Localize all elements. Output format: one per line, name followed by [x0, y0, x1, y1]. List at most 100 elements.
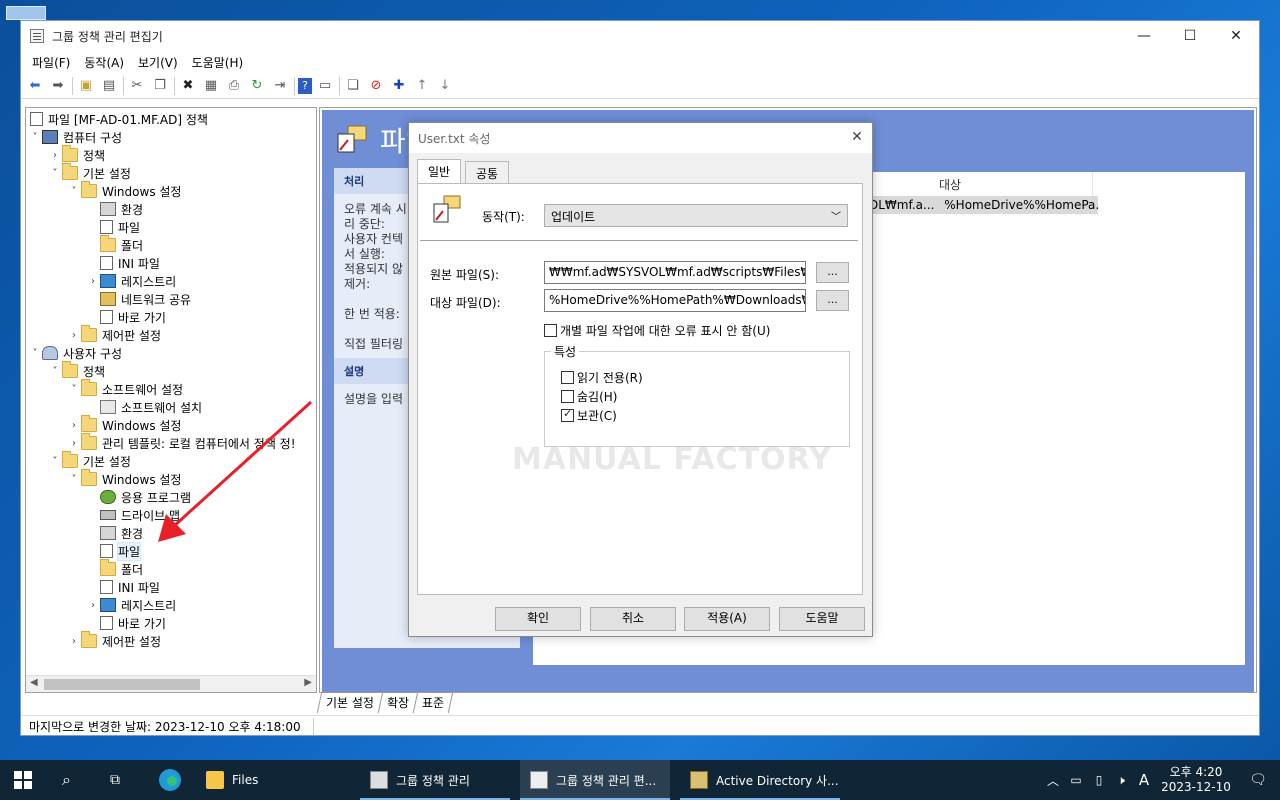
table-row[interactable]: DL₩mf.a... %HomeDrive%%HomePa...: [863, 196, 1098, 214]
copy-icon[interactable]: ❐: [150, 76, 170, 96]
ok-button[interactable]: 확인: [495, 607, 581, 631]
tree-c-registry[interactable]: › 레지스트리: [86, 272, 176, 290]
minimize-button[interactable]: —: [1121, 21, 1167, 51]
stop-icon[interactable]: ⊘: [366, 76, 386, 96]
add-icon[interactable]: ✚: [389, 76, 409, 96]
print-icon[interactable]: ⎙: [224, 76, 244, 96]
tree-c-files[interactable]: 파일: [100, 218, 140, 236]
tree-u-software-install[interactable]: 소프트웨어 설치: [100, 398, 202, 416]
taskbar-app-gpm[interactable]: 그룹 정책 관리: [360, 760, 510, 800]
new-item-icon[interactable]: ❏: [343, 76, 363, 96]
expand-chevron-icon[interactable]: ›: [48, 150, 62, 161]
tree-u-files[interactable]: 파일: [100, 541, 142, 561]
taskbar-app-gpme[interactable]: 그룹 정책 관리 편...: [520, 760, 670, 800]
tree-u-drivemaps[interactable]: 드라이브 맵: [100, 506, 180, 524]
tree-c-env[interactable]: 환경: [100, 200, 143, 218]
tree-u-policy[interactable]: ˅ 정책: [48, 361, 105, 380]
tab-extended[interactable]: 확장: [377, 692, 419, 713]
target-browse-button[interactable]: ...: [816, 290, 849, 311]
collapse-chevron-icon[interactable]: ˅: [28, 132, 42, 143]
tree-c-netshare[interactable]: 네트워크 공유: [100, 290, 191, 308]
action-dropdown[interactable]: 업데이트 ﹀: [544, 204, 848, 227]
taskbar-app-files[interactable]: Files: [196, 760, 336, 800]
edge-icon[interactable]: [158, 760, 184, 800]
dialog-close-icon[interactable]: ✕: [848, 128, 866, 146]
start-icon[interactable]: [14, 760, 34, 800]
collapse-chevron-icon[interactable]: ˅: [48, 168, 62, 179]
readonly-checkbox[interactable]: 읽기 전용(R): [561, 369, 643, 386]
tab-standard[interactable]: 표준: [412, 692, 454, 713]
move-down-icon[interactable]: ↓: [435, 76, 455, 96]
taskbar-app-ad[interactable]: Active Directory 사...: [680, 760, 840, 800]
collapse-chevron-icon[interactable]: ˅: [67, 384, 81, 395]
tree-u-prefs[interactable]: ˅ 기본 설정: [48, 451, 131, 470]
collapse-chevron-icon[interactable]: ˅: [48, 366, 62, 377]
tab-general[interactable]: 일반: [417, 159, 462, 184]
show-hidden-icons-icon[interactable]: ︿: [1042, 772, 1064, 789]
close-button[interactable]: ✕: [1213, 21, 1259, 51]
checkbox-box-checked[interactable]: [561, 407, 574, 422]
tab-common[interactable]: 공통: [465, 161, 510, 183]
hidden-checkbox[interactable]: 숨김(H): [561, 388, 617, 405]
tree-c-shortcut[interactable]: 바로 가기: [100, 308, 166, 326]
move-up-icon[interactable]: ↑: [412, 76, 432, 96]
network-icon[interactable]: ▯: [1088, 773, 1110, 787]
tree-computer-config[interactable]: ˅ 컴퓨터 구성: [28, 128, 122, 146]
tree-c-prefs[interactable]: ˅ 기본 설정: [48, 163, 131, 182]
suppress-errors-checkbox[interactable]: 개별 파일 작업에 대한 오류 표시 안 함(U): [544, 322, 770, 339]
checkbox-box[interactable]: [561, 371, 574, 384]
search-icon[interactable]: ⌕: [62, 760, 82, 800]
tree-u-winsettings[interactable]: › Windows 설정: [67, 415, 181, 434]
delete-icon[interactable]: ✖: [178, 76, 198, 96]
tree-root[interactable]: 파일 [MF-AD-01.MF.AD] 정책: [30, 110, 208, 128]
column-target[interactable]: 대상: [933, 172, 1093, 196]
tree-u-software[interactable]: ˅ 소프트웨어 설정: [67, 379, 183, 398]
tree-user-config[interactable]: ˅ 사용자 구성: [28, 344, 122, 362]
properties-icon[interactable]: ▦: [201, 76, 221, 96]
tree-u-pref-winsettings[interactable]: ˅ Windows 설정: [67, 469, 181, 488]
forward-icon[interactable]: ➡: [48, 76, 68, 96]
scroll-thumb[interactable]: [44, 679, 200, 690]
dialog-title-bar[interactable]: User.txt 속성 ✕: [409, 123, 872, 153]
menu-view[interactable]: 보기(V): [131, 54, 185, 71]
menu-file[interactable]: 파일(F): [25, 54, 77, 71]
apply-button[interactable]: 적용(A): [684, 607, 770, 631]
desktop-icon[interactable]: [6, 6, 46, 20]
target-file-input[interactable]: %HomeDrive%%HomePath%₩Downloads₩Tem: [544, 289, 806, 312]
show-tree-icon[interactable]: ▤: [99, 76, 119, 96]
tree-hscrollbar[interactable]: ◀ ▶: [26, 675, 316, 692]
tree-c-policy[interactable]: › 정책: [48, 145, 105, 164]
volume-icon[interactable]: 🕨: [1110, 773, 1132, 788]
help-button[interactable]: 도움말: [779, 607, 865, 631]
title-bar[interactable]: 그룹 정책 관리 편집기 — ☐ ✕: [21, 21, 1259, 51]
ime-indicator[interactable]: A: [1132, 771, 1156, 789]
expand-chevron-icon[interactable]: ›: [67, 420, 81, 431]
expand-chevron-icon[interactable]: ›: [67, 636, 81, 647]
collapse-chevron-icon[interactable]: ˅: [48, 456, 62, 467]
tree-c-winsettings[interactable]: ˅ Windows 설정: [67, 181, 181, 200]
expand-chevron-icon[interactable]: ›: [86, 600, 100, 611]
cancel-button[interactable]: 취소: [590, 607, 676, 631]
checkbox-box[interactable]: [544, 324, 557, 337]
tree-u-shortcut[interactable]: 바로 가기: [100, 614, 166, 632]
menu-help[interactable]: 도움말(H): [185, 54, 251, 71]
tree-c-controlpanel[interactable]: › 제어판 설정: [67, 325, 161, 344]
tree-c-folders[interactable]: 폴더: [100, 235, 143, 254]
tab-preferences[interactable]: 기본 설정: [316, 692, 384, 713]
collapse-chevron-icon[interactable]: ˅: [67, 186, 81, 197]
tree-u-ini[interactable]: INI 파일: [100, 578, 160, 596]
expand-chevron-icon[interactable]: ›: [67, 330, 81, 341]
tree-u-controlpanel[interactable]: › 제어판 설정: [67, 631, 161, 650]
back-icon[interactable]: ⬅: [25, 76, 45, 96]
archive-checkbox[interactable]: 보관(C): [561, 407, 617, 424]
tree-u-env[interactable]: 환경: [100, 524, 143, 542]
scroll-left-icon[interactable]: ◀: [30, 677, 38, 688]
expand-chevron-icon[interactable]: ›: [67, 438, 81, 449]
checkbox-box[interactable]: [561, 390, 574, 403]
scroll-right-icon[interactable]: ▶: [304, 677, 312, 688]
export-icon[interactable]: ⇥: [270, 76, 290, 96]
expand-chevron-icon[interactable]: ›: [86, 276, 100, 287]
tree-u-apps[interactable]: 응용 프로그램: [100, 488, 191, 506]
maximize-button[interactable]: ☐: [1167, 21, 1213, 51]
source-file-input[interactable]: ₩₩mf.ad₩SYSVOL₩mf.ad₩scripts₩Files₩User.…: [544, 261, 806, 284]
